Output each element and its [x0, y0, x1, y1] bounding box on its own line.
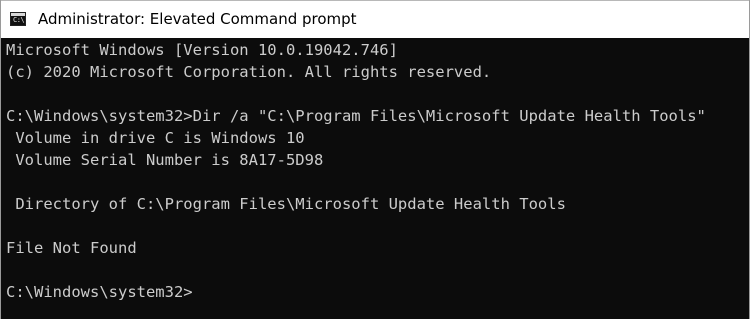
cmd-icon-prompt: C:\: [13, 16, 25, 24]
title-bar[interactable]: C:\ Administrator: Elevated Command prom…: [1, 0, 749, 38]
console-output[interactable]: Microsoft Windows [Version 10.0.19042.74…: [6, 39, 749, 319]
console-line: (c) 2020 Microsoft Corporation. All righ…: [6, 63, 492, 81]
console-prompt-line[interactable]: C:\Windows\system32>: [6, 281, 749, 303]
cmd-icon[interactable]: C:\: [10, 12, 26, 26]
window-title: Administrator: Elevated Command prompt: [38, 10, 357, 28]
console-line: Microsoft Windows [Version 10.0.19042.74…: [6, 41, 398, 59]
console-line: C:\Windows\system32>Dir /a "C:\Program F…: [6, 107, 706, 125]
console-line: Directory of C:\Program Files\Microsoft …: [6, 195, 566, 213]
console-line: Volume in drive C is Windows 10: [6, 129, 305, 147]
console-line: Volume Serial Number is 8A17-5D98: [6, 151, 324, 169]
command-prompt-window: C:\ Administrator: Elevated Command prom…: [0, 0, 750, 319]
console-line: File Not Found: [6, 239, 137, 257]
